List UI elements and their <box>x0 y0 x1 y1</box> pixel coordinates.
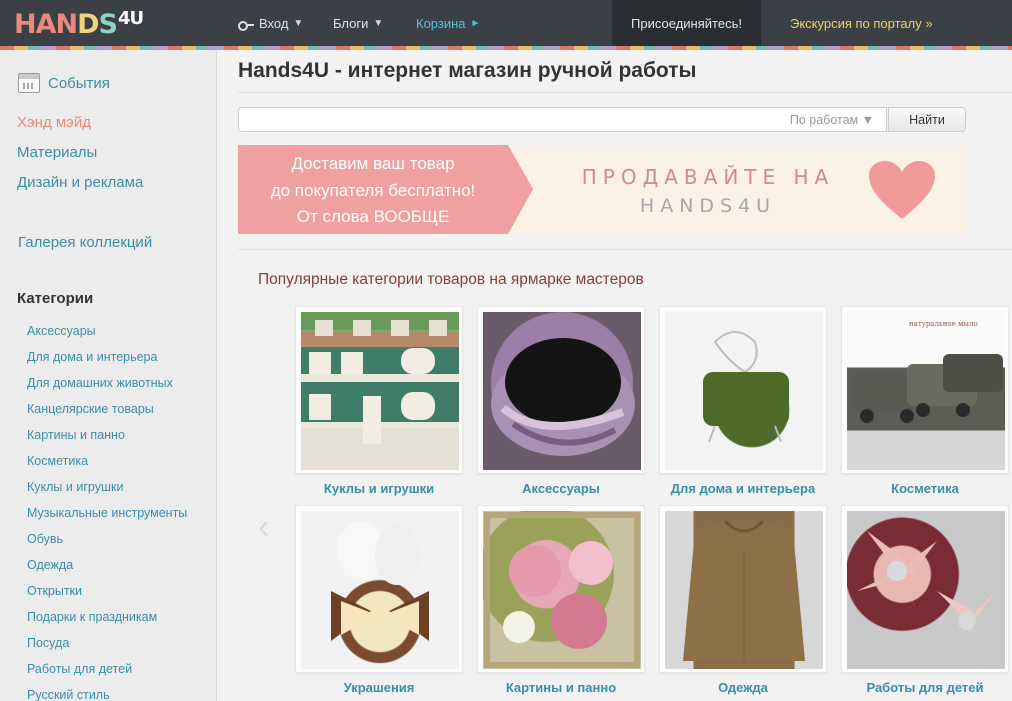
sidebar-item-handmade[interactable]: Хэнд мэйд <box>17 114 91 131</box>
banner-line: От слова ВООБЩЕ <box>296 207 450 226</box>
dollhouse-image <box>301 312 459 470</box>
tile-frame <box>295 505 463 673</box>
banner-line: до покупателя бесплатно! <box>270 180 476 200</box>
category-tile-dolls[interactable]: Куклы и игрушки <box>295 306 463 496</box>
search-scope-label: По работам <box>789 113 859 127</box>
tile-frame <box>659 505 827 673</box>
divider <box>238 249 1012 250</box>
category-tile-jewelry[interactable]: Украшения <box>295 505 463 695</box>
cart-link[interactable]: Корзина ► <box>416 16 480 31</box>
tile-frame <box>295 306 463 474</box>
caret-down-icon: ▼ <box>293 18 304 29</box>
caret-down-icon: ▼ <box>861 113 874 127</box>
categories-title: Категории <box>17 290 94 307</box>
category-tile-paintings[interactable]: Картины и панно <box>477 505 645 695</box>
sidebar: События Хэнд мэйд Материалы Дизайн и рек… <box>0 50 217 701</box>
key-icon <box>238 19 254 31</box>
banner-line: Доставим ваш товар <box>291 154 455 173</box>
caret-right-icon: ► <box>470 18 481 29</box>
tile-frame <box>841 505 1009 673</box>
hair-flowers-image <box>847 511 1005 669</box>
category-item[interactable]: Куклы и игрушки <box>27 479 187 505</box>
category-item[interactable]: Подарки к праздникам <box>27 609 187 635</box>
tile-caption: Одежда <box>718 680 768 695</box>
category-tile-home[interactable]: Для дома и интерьера <box>659 306 827 496</box>
logo-part: 4U <box>117 8 144 29</box>
embroidery-image <box>483 511 641 669</box>
category-item[interactable]: Музыкальные инструменты <box>27 505 187 531</box>
page-title: Hands4U - интернет магазин ручной работы <box>238 59 697 82</box>
tile-frame <box>477 306 645 474</box>
category-item[interactable]: Картины и панно <box>27 427 187 453</box>
divider <box>238 92 1012 93</box>
category-tile-kids[interactable]: Работы для детей <box>841 505 1009 695</box>
scarf-image <box>483 312 641 470</box>
category-item[interactable]: Посуда <box>27 635 187 661</box>
category-item[interactable]: Одежда <box>27 557 187 583</box>
site-logo[interactable]: HAN D S 4U <box>14 8 144 40</box>
category-item[interactable]: Работы для детей <box>27 661 187 687</box>
login-menu[interactable]: Вход ▼ <box>238 16 303 31</box>
banner-sell-text: ПРОДАВАЙТЕ НА <box>581 165 835 189</box>
category-item[interactable]: Аксессуары <box>27 323 187 349</box>
top-bar: HAN D S 4U Вход ▼ Блоги ▼ Корзина ► Прис… <box>0 0 1012 46</box>
category-item[interactable]: Для дома и интерьера <box>27 349 187 375</box>
search-input[interactable]: По работам ▼ <box>238 107 887 132</box>
sidebar-item-design[interactable]: Дизайн и реклама <box>17 174 143 191</box>
knit-chair-image <box>665 312 823 470</box>
category-item[interactable]: Русский стиль <box>27 687 187 701</box>
heart-icon <box>869 161 935 219</box>
main-content: Hands4U - интернет магазин ручной работы… <box>218 50 1012 701</box>
category-item[interactable]: Обувь <box>27 531 187 557</box>
watermark-text: натуральное мыло <box>909 320 978 328</box>
logo-part: S <box>98 9 118 40</box>
sidebar-item-gallery[interactable]: Галерея коллекций <box>18 234 152 251</box>
portal-tour-link[interactable]: Экскурсия по порталу » <box>790 16 933 31</box>
blogs-label: Блоги <box>333 16 369 31</box>
tile-caption: Картины и панно <box>505 680 617 695</box>
category-item[interactable]: Канцелярские товары <box>27 401 187 427</box>
category-item[interactable]: Для домашних животных <box>27 375 187 401</box>
tile-caption: Работы для детей <box>866 680 984 695</box>
calendar-icon <box>18 73 40 93</box>
soap-cars-image: натуральное мыло <box>847 312 1005 470</box>
search-button[interactable]: Найти <box>888 107 966 132</box>
category-tile-clothing[interactable]: Одежда <box>659 505 827 695</box>
promo-banner[interactable]: Доставим ваш товар до покупателя бесплат… <box>238 145 966 234</box>
search-scope-dropdown[interactable]: По работам ▼ <box>790 113 874 127</box>
join-button[interactable]: Присоединяйтесь! <box>612 0 761 46</box>
events-link[interactable]: События <box>18 73 110 93</box>
logo-part: HAN <box>14 9 78 40</box>
login-label: Вход <box>259 16 289 31</box>
category-item[interactable]: Косметика <box>27 453 187 479</box>
category-tile-cosmetics[interactable]: натуральное мыло Косметика <box>841 306 1009 496</box>
bow-image <box>301 511 459 669</box>
logo-part: D <box>77 9 99 40</box>
tile-caption: Куклы и игрушки <box>323 481 435 496</box>
sidebar-item-materials[interactable]: Материалы <box>17 144 97 161</box>
caret-down-icon: ▼ <box>373 18 384 29</box>
tile-caption: Аксессуары <box>522 481 600 496</box>
tile-caption: Косметика <box>891 481 959 496</box>
tile-caption: Украшения <box>343 680 415 695</box>
events-label: События <box>48 74 110 92</box>
tile-frame <box>477 505 645 673</box>
sweater-image <box>665 511 823 669</box>
banner-brand-text: HANDS4U <box>639 195 777 217</box>
tile-caption: Для дома и интерьера <box>670 481 816 496</box>
cart-label: Корзина <box>416 16 466 31</box>
category-item[interactable]: Открытки <box>27 583 187 609</box>
popular-categories-title: Популярные категории товаров на ярмарке … <box>258 271 644 288</box>
tile-frame: натуральное мыло <box>841 306 1009 474</box>
category-tile-accessories[interactable]: Аксессуары <box>477 306 645 496</box>
category-list: Аксессуары Для дома и интерьера Для дома… <box>27 323 187 701</box>
banner-delivery-text: Доставим ваш товар до покупателя бесплат… <box>238 151 508 231</box>
tile-frame <box>659 306 827 474</box>
carousel-prev-arrow-icon[interactable]: ‹ <box>258 508 269 547</box>
blogs-menu[interactable]: Блоги ▼ <box>333 16 383 31</box>
